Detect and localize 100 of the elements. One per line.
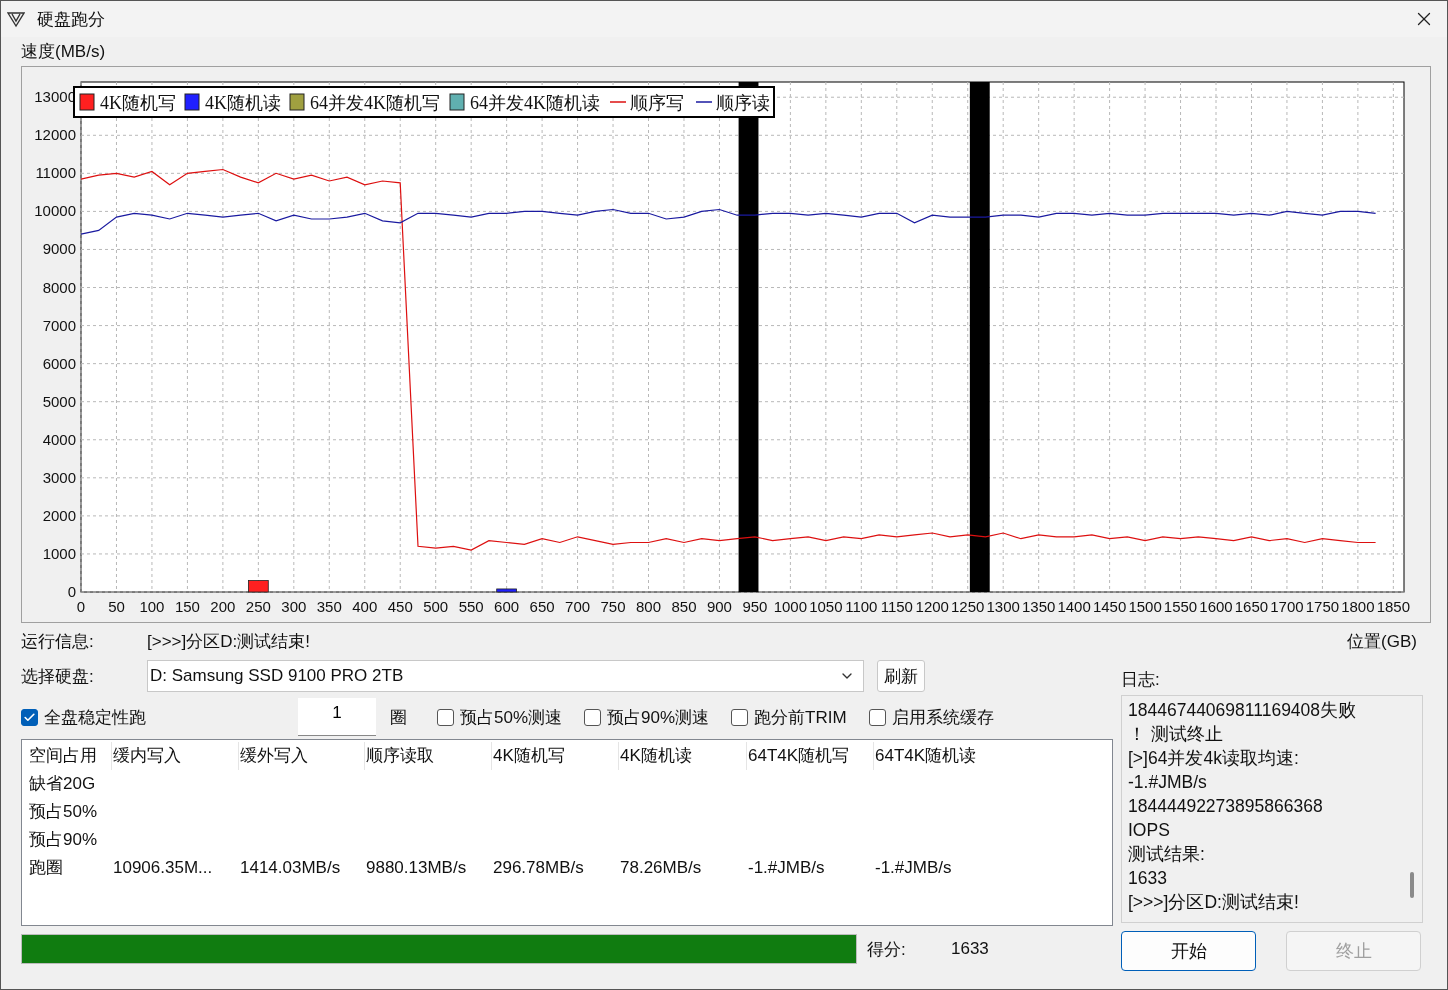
axis-tick-label: 1100 <box>845 598 878 615</box>
column-header: 缓内写入 <box>112 742 239 770</box>
axis-tick-label: 450 <box>387 598 413 615</box>
checkbox[interactable]: 预占90%测速 <box>584 705 710 729</box>
axis-tick-label: 4000 <box>42 430 76 448</box>
axis-tick-label: 550 <box>458 598 484 615</box>
axis-tick-label: 900 <box>706 598 732 615</box>
legend-label: 64并发4K随机读 <box>470 93 600 113</box>
axis-tick-label: 1350 <box>1022 598 1056 615</box>
column-header: 4K随机读 <box>619 742 747 770</box>
refresh-button[interactable]: 刷新 <box>877 660 925 692</box>
axis-tick-label: 50 <box>108 598 125 615</box>
table-cell-text: -1.#JMB/s <box>874 857 953 879</box>
axis-tick-label: 1300 <box>986 598 1020 615</box>
table-cell-text: 296.78MB/s <box>492 857 585 879</box>
unit-label: 圈 <box>390 706 407 729</box>
table-cell-text: 预占90% <box>28 829 99 851</box>
axis-tick-label: 1500 <box>1128 598 1162 615</box>
disk-select[interactable]: D: Samsung SSD 9100 PRO 2TB <box>147 660 864 692</box>
axis-tick-label: 1000 <box>42 544 76 562</box>
legend-label: 顺序读 <box>716 93 770 113</box>
column-header: 64T4K随机写 <box>747 742 874 770</box>
bar <box>248 580 269 593</box>
log-line: 测试结果: <box>1128 843 1205 866</box>
axis-title: 速度(MB/s) <box>21 41 106 63</box>
axis-tick-label: 800 <box>636 598 661 615</box>
checkbox[interactable]: 全盘稳定性跑 <box>21 705 146 729</box>
axis-tick-label: 1200 <box>915 598 949 615</box>
axis-tick-label: 3000 <box>42 468 76 486</box>
axis-tick-label: 250 <box>245 598 271 615</box>
table-cell-text: 预占50% <box>28 801 99 823</box>
log-line: 18446744069811169408失败 <box>1128 699 1357 722</box>
axis-tick-label: 1700 <box>1270 598 1304 615</box>
log-line: 1633 <box>1128 867 1167 890</box>
window-title: 硬盘跑分 <box>37 8 106 31</box>
axis-tick-label: 2000 <box>42 506 76 524</box>
field-label: 运行信息: <box>21 630 95 653</box>
field-label: 选择硬盘: <box>21 665 95 688</box>
axis-tick-label: 0 <box>76 598 86 615</box>
axis-tick-label: 400 <box>352 598 378 615</box>
status-text: [>>>]分区D:测试结束! <box>147 630 311 653</box>
axis-tick-label: 200 <box>210 598 236 615</box>
log-line: ！ 测试终止 <box>1128 723 1223 746</box>
table-cell-text: 10906.35M... <box>112 857 214 879</box>
axis-tick-label: 850 <box>671 598 697 615</box>
axis-tick-label: 1250 <box>951 598 985 615</box>
table-cell-text: 跑圈 <box>28 857 64 879</box>
axis-tick-label: 12000 <box>34 126 76 144</box>
axis-tick-label: 1650 <box>1234 598 1269 615</box>
axis-tick-label: 6000 <box>42 354 76 372</box>
action-button[interactable]: 开始 <box>1121 931 1256 971</box>
axis-tick-label: 10000 <box>34 202 76 220</box>
column-header: 缓外写入 <box>239 742 365 770</box>
checkbox[interactable]: 跑分前TRIM <box>731 705 847 729</box>
axis-tick-label: 650 <box>529 598 555 615</box>
axis-tick-label: 1150 <box>880 598 913 615</box>
log-line: 18444492273895866368 <box>1128 795 1323 818</box>
score-value: 1633 <box>951 939 989 959</box>
legend-label: 4K随机写 <box>100 93 176 113</box>
log-line: [>>>]分区D:测试结束! <box>1128 891 1299 914</box>
axis-title: 位置(GB) <box>1347 630 1417 653</box>
log-line: -1.#JMB/s <box>1128 771 1207 794</box>
axis-tick-label: 1800 <box>1341 598 1375 615</box>
axis-tick-label: 600 <box>494 598 520 615</box>
column-header: 64T4K随机读 <box>874 745 978 767</box>
axis-tick-label: 1450 <box>1092 598 1127 615</box>
axis-tick-label: 700 <box>565 598 591 615</box>
checkbox[interactable]: 预占50%测速 <box>437 705 563 729</box>
axis-tick-label: 1600 <box>1199 598 1233 615</box>
log-line: IOPS <box>1128 819 1170 842</box>
axis-tick-label: 100 <box>139 598 165 615</box>
score-label: 得分: <box>867 938 907 961</box>
axis-tick-label: 11000 <box>35 164 76 182</box>
axis-tick-label: 7000 <box>42 316 76 334</box>
table-cell-text: -1.#JMB/s <box>747 857 826 879</box>
axis-tick-label: 1750 <box>1305 598 1340 615</box>
bar <box>496 588 517 593</box>
table-cell-text: 缺省20G <box>28 773 97 795</box>
axis-tick-label: 1550 <box>1163 598 1198 615</box>
legend-label: 4K随机读 <box>205 93 281 113</box>
log-line: [>]64并发4k读取均速: <box>1128 747 1299 770</box>
axis-tick-label: 8000 <box>42 278 76 296</box>
column-header: 空间占用 <box>28 742 112 770</box>
axis-tick-label: 300 <box>281 598 307 615</box>
axis-tick-label: 1850 <box>1376 598 1411 615</box>
table-cell-text: 78.26MB/s <box>619 857 703 879</box>
table-cell-text: 9880.13MB/s <box>365 857 468 879</box>
log-title: 日志: <box>1121 669 1160 691</box>
scrollbar-thumb[interactable] <box>1410 872 1414 898</box>
axis-tick-label: 9000 <box>42 240 76 258</box>
table-cell-text: 1414.03MB/s <box>239 857 342 879</box>
legend-label: 64并发4K随机写 <box>310 93 440 113</box>
axis-tick-label: 1000 <box>773 598 808 615</box>
axis-tick-label: 950 <box>742 598 768 615</box>
checkbox[interactable]: 启用系统缓存 <box>868 705 994 729</box>
axis-tick-label: 750 <box>600 598 626 615</box>
axis-tick-label: 1050 <box>809 598 843 615</box>
column-header: 顺序读取 <box>365 742 492 770</box>
app-logo-icon <box>7 10 25 28</box>
laps-input[interactable]: 1 <box>298 698 376 736</box>
